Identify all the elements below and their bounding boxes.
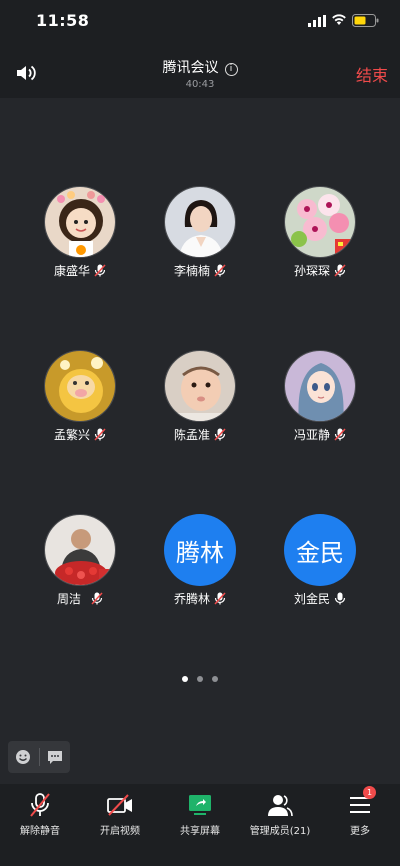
participant-name-row: 孙琛琛 [260, 262, 380, 279]
avatar-initials: 腾林 [164, 514, 236, 586]
start-video-label: 开启视频 [100, 826, 140, 837]
share-screen-label: 共享屏幕 [180, 826, 220, 837]
participant-name-row: 冯亚静 [260, 426, 380, 443]
share-screen-button[interactable]: 共享屏幕 [160, 784, 240, 866]
bottom-toolbar: 解除静音 开启视频 共享屏幕 管理成员(21) 更多 [0, 784, 400, 866]
emoji-button[interactable] [8, 741, 39, 773]
meeting-header: 腾讯会议 i 40:43 结束 [0, 44, 400, 98]
avatar [44, 186, 116, 258]
participant-name: 陈孟准 [173, 428, 210, 442]
mic-muted-icon [214, 264, 226, 277]
members-icon [268, 795, 293, 817]
start-video-button[interactable]: 开启视频 [80, 784, 160, 866]
participant-name-row: 康盛华 [20, 262, 140, 279]
participant-name: 乔腾林 [173, 592, 210, 606]
page-dot-1[interactable] [182, 676, 188, 682]
participant-name-row: 周洁 [20, 590, 140, 607]
participant-name: 周洁 [56, 592, 81, 606]
mic-muted-icon [91, 592, 103, 605]
participant-name-row: 孟繁兴 [20, 426, 140, 443]
manage-members-button[interactable]: 管理成员(21) [240, 784, 320, 866]
participant-name: 孟繁兴 [53, 428, 90, 442]
participant-name: 李楠楠 [173, 264, 210, 278]
participant-name: 孙琛琛 [293, 264, 330, 278]
avatar-initials: 金民 [284, 514, 356, 586]
battery-icon [352, 14, 379, 27]
participant-name-row: 李楠楠 [140, 262, 260, 279]
participant-name: 刘金民 [293, 592, 330, 606]
wifi-icon [332, 14, 346, 25]
mic-muted-icon [214, 428, 226, 441]
mic-muted-icon [334, 264, 346, 277]
mic-muted-icon [94, 428, 106, 441]
end-meeting-button[interactable]: 结束 [356, 62, 388, 86]
meeting-title[interactable]: 腾讯会议 i [0, 57, 400, 77]
page-indicator[interactable] [0, 676, 400, 682]
meeting-title-text: 腾讯会议 [162, 60, 219, 76]
page-dot-2[interactable] [197, 676, 203, 682]
page-dot-3[interactable] [212, 676, 218, 682]
avatar [44, 514, 116, 586]
mic-icon [334, 592, 346, 605]
participant-name: 康盛华 [53, 264, 90, 278]
emoji-icon [16, 750, 31, 764]
avatar [284, 350, 356, 422]
chat-tools [8, 741, 70, 773]
status-bar: 11:58 [0, 0, 400, 44]
unmute-label: 解除静音 [20, 826, 60, 837]
status-time: 11:58 [36, 11, 90, 30]
participant-name-row: 刘金民 [260, 590, 380, 607]
avatar [164, 186, 236, 258]
more-label: 更多 [350, 826, 370, 837]
chat-button[interactable] [40, 741, 71, 773]
avatar [284, 186, 356, 258]
notification-badge: 1 [363, 786, 376, 799]
mic-muted-icon [94, 264, 106, 277]
more-button[interactable]: 更多 [320, 784, 400, 866]
participant-name-row: 乔腾林 [140, 590, 260, 607]
cellular-signal-icon [308, 15, 326, 27]
participant-name-row: 陈孟准 [140, 426, 260, 443]
avatar [44, 350, 116, 422]
unmute-button[interactable]: 解除静音 [0, 784, 80, 866]
participant-name: 冯亚静 [293, 428, 330, 442]
mic-muted-icon [30, 793, 50, 817]
avatar [164, 350, 236, 422]
mic-muted-icon [334, 428, 346, 441]
share-screen-icon [189, 795, 211, 815]
manage-members-label: 管理成员(21) [249, 826, 311, 837]
info-icon[interactable]: i [224, 63, 238, 76]
chat-bubble-icon [47, 750, 62, 764]
meeting-screen: 11:58 腾讯会议 i 40:43 结束 康盛华 李楠楠 孙琛琛 孟繁兴 陈孟… [0, 0, 400, 866]
video-off-icon [107, 794, 132, 816]
meeting-timer: 40:43 [185, 79, 215, 90]
mic-muted-icon [214, 592, 226, 605]
